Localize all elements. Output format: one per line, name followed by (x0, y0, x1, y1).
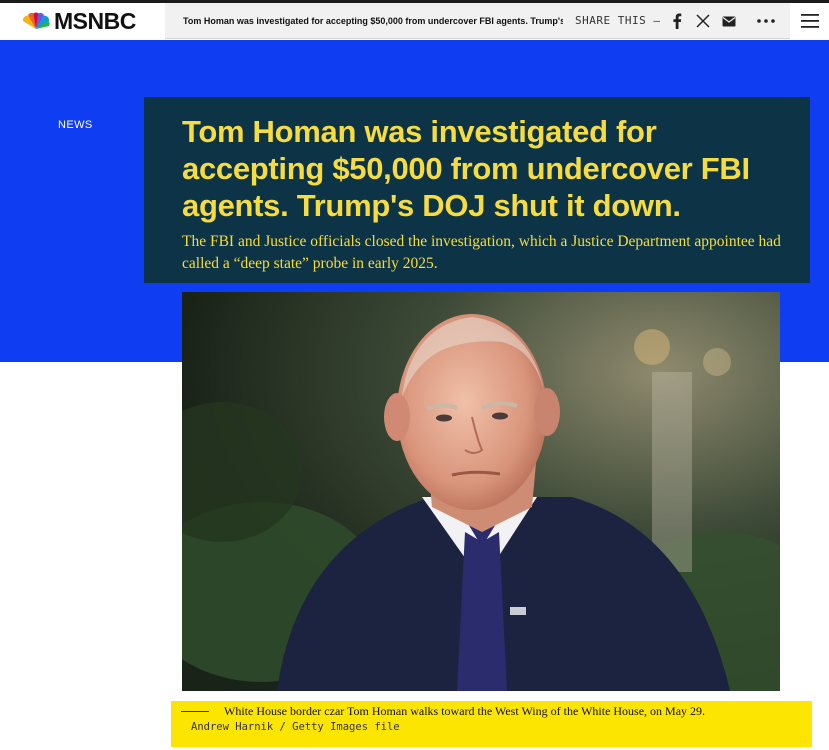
brand-wordmark: MSNBC (54, 7, 136, 34)
hamburger-menu-icon[interactable] (790, 3, 829, 39)
article-dek: The FBI and Justice officials closed the… (182, 233, 781, 272)
email-icon[interactable] (720, 12, 738, 30)
caption-rule (181, 711, 209, 712)
share-icons (668, 3, 738, 39)
section-label[interactable]: NEWS (58, 119, 93, 131)
more-dots-icon[interactable] (752, 3, 780, 39)
x-icon[interactable] (694, 12, 712, 30)
article-headline: Tom Homan was investigated for accepting… (182, 114, 750, 223)
photo-caption: White House border czar Tom Homan walks … (171, 701, 812, 747)
header-headline: Tom Homan was investigated for accepting… (183, 16, 563, 26)
portrait-illustration (182, 292, 780, 691)
msnbc-logo[interactable]: MSNBC (0, 3, 165, 39)
peacock-icon (22, 12, 50, 29)
facebook-icon[interactable] (668, 12, 686, 30)
site-header: MSNBC Tom Homan was investigated for acc… (0, 3, 829, 39)
share-label: SHARE THIS — (575, 14, 661, 27)
photo-credit: Andrew Harnik / Getty Images file (191, 721, 400, 733)
caption-text: White House border czar Tom Homan walks … (224, 704, 706, 718)
article-photo (182, 292, 780, 691)
